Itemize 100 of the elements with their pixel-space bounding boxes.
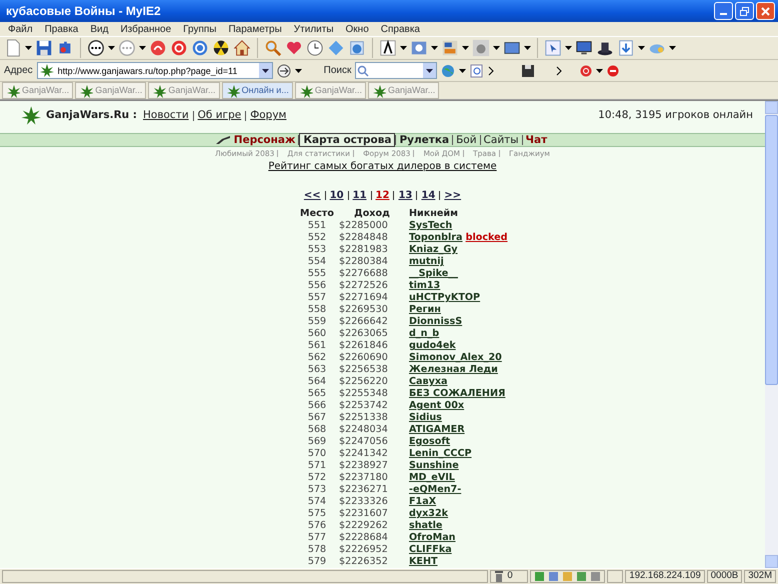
page-link[interactable]: 14 <box>417 188 440 204</box>
dropdown-icon[interactable] <box>426 68 434 72</box>
header-link[interactable]: Новости <box>143 108 189 124</box>
menu-item[interactable]: Избранное <box>114 22 178 36</box>
download-icon[interactable] <box>617 39 635 57</box>
menu-item[interactable]: Справка <box>374 22 426 36</box>
plugin-icon[interactable] <box>576 571 588 582</box>
screen-icon[interactable] <box>503 39 521 57</box>
player-link[interactable]: ATIGAMER <box>409 424 465 436</box>
player-link[interactable]: KEHT <box>409 556 438 568</box>
player-link[interactable]: dyx32k <box>409 508 448 520</box>
caret-icon[interactable] <box>669 46 676 50</box>
nav-link[interactable]: Рулетка <box>396 134 452 146</box>
layout-icon[interactable] <box>441 39 459 57</box>
player-link[interactable]: Egosoft <box>409 436 450 448</box>
page-link[interactable]: >> <box>440 188 466 204</box>
chevron-icon[interactable] <box>488 66 494 76</box>
caret-icon[interactable] <box>493 46 500 50</box>
caret-icon[interactable] <box>108 46 115 50</box>
player-link[interactable]: tim13 <box>409 280 440 292</box>
player-link[interactable]: __Spike__ <box>409 268 458 280</box>
player-link[interactable]: shatle <box>409 520 442 532</box>
header-link[interactable]: Об игре <box>198 108 242 124</box>
player-link[interactable]: gudo4ek <box>409 340 456 352</box>
search-field[interactable] <box>355 62 438 79</box>
close-button[interactable] <box>756 2 775 20</box>
player-link[interactable]: OfroMan <box>409 532 456 544</box>
player-link[interactable]: БЕЗ СОЖАЛЕНИЯ <box>409 388 506 400</box>
chevron-icon[interactable] <box>556 66 562 76</box>
player-link[interactable]: mutnij <box>409 256 444 268</box>
header-link[interactable]: Форум <box>250 108 286 124</box>
user-icon[interactable] <box>534 571 546 582</box>
player-link[interactable]: Lenin_CCCP <box>409 448 472 460</box>
player-link[interactable]: d_n_b <box>409 328 440 340</box>
radiation-icon[interactable] <box>212 39 230 57</box>
player-link[interactable]: Kniaz_Gy <box>409 244 458 256</box>
stop-icon[interactable] <box>149 39 167 57</box>
restore-button[interactable] <box>735 2 754 20</box>
menu-item[interactable]: Утилиты <box>288 22 340 36</box>
power-icon[interactable] <box>170 39 188 57</box>
address-field[interactable]: http://www.ganjawars.ru/top.php?page_id=11 <box>36 62 273 79</box>
stop-icon[interactable] <box>607 64 620 76</box>
nav-link[interactable]: Сайты <box>480 134 522 146</box>
player-link[interactable]: SysTech <box>409 220 452 232</box>
menu-item[interactable]: Вид <box>84 22 114 36</box>
menu-item[interactable]: Файл <box>2 22 39 36</box>
browser-tab[interactable]: Онлайн и... <box>222 82 293 99</box>
player-link[interactable]: Toponblra <box>409 232 463 244</box>
caret-icon[interactable] <box>25 46 32 50</box>
page-link[interactable]: 12 <box>372 188 394 204</box>
save-icon[interactable] <box>35 39 53 57</box>
caret-icon[interactable] <box>596 68 604 72</box>
caret-icon[interactable] <box>638 46 645 50</box>
back-icon[interactable] <box>87 39 105 57</box>
font-icon[interactable] <box>379 39 397 57</box>
dropdown-icon[interactable] <box>262 68 269 72</box>
player-link[interactable]: Железная Леди <box>409 364 498 376</box>
cursor-icon[interactable] <box>544 39 562 57</box>
caret-icon[interactable] <box>139 46 146 50</box>
trash-icon[interactable] <box>494 571 504 582</box>
player-link[interactable]: uHCTPyKTOP <box>409 292 480 304</box>
monitor-icon[interactable] <box>575 39 593 57</box>
player-link[interactable]: F1aX <box>409 496 436 508</box>
player-link[interactable]: -eQMen7- <box>409 484 462 496</box>
player-link[interactable]: Савуха <box>409 376 448 388</box>
player-link[interactable]: CLIFFka <box>409 544 452 556</box>
caret-icon[interactable] <box>524 46 531 50</box>
nav-link[interactable]: Персонаж <box>230 134 298 146</box>
menu-item[interactable]: Параметры <box>222 22 288 36</box>
player-link[interactable]: Sunshine <box>409 460 459 472</box>
go-icon[interactable] <box>276 64 291 78</box>
scrollbar[interactable] <box>765 101 778 568</box>
caret-icon[interactable] <box>565 46 572 50</box>
player-link[interactable]: DionnissS <box>409 316 462 328</box>
page-link[interactable]: 13 <box>394 188 416 204</box>
caret-icon[interactable] <box>459 68 466 72</box>
page-link[interactable]: 11 <box>348 188 371 204</box>
player-link[interactable]: Sidius <box>409 412 442 424</box>
menu-item[interactable]: Группы <box>177 22 222 36</box>
player-link[interactable]: Simonov_Alex_20 <box>409 352 502 364</box>
page-link[interactable]: 10 <box>326 188 348 204</box>
zoom-icon[interactable] <box>470 64 484 78</box>
refresh-icon[interactable] <box>191 39 209 57</box>
search-icon[interactable] <box>264 39 282 57</box>
player-link[interactable]: Регин <box>409 304 441 316</box>
menu-item[interactable]: Окно <box>340 22 375 36</box>
menu-item[interactable]: Правка <box>38 22 84 36</box>
player-link[interactable]: MD_eVIL <box>409 472 455 484</box>
chat-icon[interactable] <box>590 571 602 582</box>
caret-icon[interactable] <box>400 46 407 50</box>
caret-icon[interactable] <box>462 46 469 50</box>
stop-icon[interactable] <box>580 64 592 76</box>
page-icon[interactable] <box>548 571 560 582</box>
page-link[interactable]: << <box>300 188 325 204</box>
home-icon[interactable] <box>233 39 251 57</box>
clock-icon[interactable] <box>306 39 324 57</box>
nav-link[interactable]: Чат <box>522 134 550 146</box>
minimize-button[interactable] <box>714 2 733 20</box>
caret-icon[interactable] <box>431 46 438 50</box>
nav-link[interactable]: Карта острова <box>299 133 396 147</box>
